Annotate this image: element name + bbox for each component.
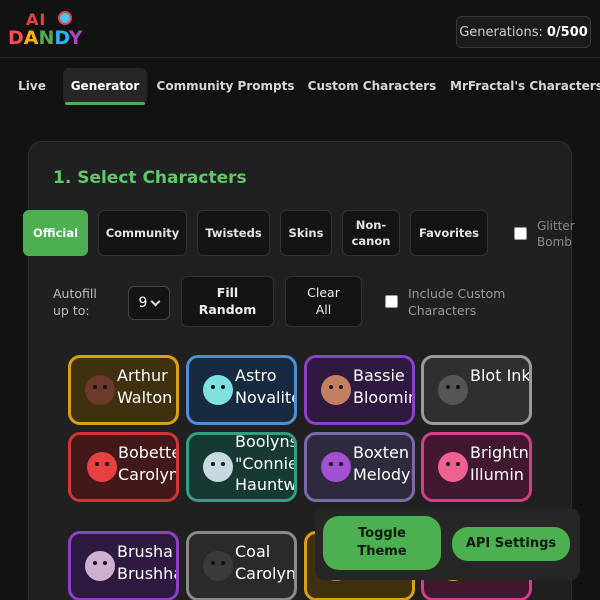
tab-custom-characters[interactable]: Custom Characters <box>304 68 440 104</box>
character-avatar-icon <box>438 375 468 405</box>
include-custom-checkbox[interactable] <box>385 295 398 308</box>
tab-community-prompts[interactable]: Community Prompts <box>157 68 295 104</box>
filter-skins[interactable]: Skins <box>280 210 332 256</box>
include-custom-label: Include Custom Characters <box>408 286 506 318</box>
character-card[interactable]: Brusha Brushhair <box>68 531 179 600</box>
character-card[interactable]: Astro Novalite <box>186 355 297 425</box>
autofill-select[interactable]: 9 <box>128 286 170 320</box>
character-card[interactable]: Coal Carolynne <box>186 531 297 600</box>
character-name: Arthur Walton <box>117 366 173 407</box>
generations-label: Generations: <box>459 24 543 40</box>
fill-random-button[interactable]: Fill Random <box>181 276 274 327</box>
tab-live[interactable]: Live <box>10 68 54 104</box>
character-avatar-icon <box>203 452 233 482</box>
character-avatar-icon <box>85 375 115 405</box>
generations-value: 0/500 <box>546 24 588 40</box>
tab-mrfractals-characters[interactable]: MrFractal's Characters <box>450 68 600 104</box>
character-name: Astro Novalite <box>235 366 297 407</box>
character-avatar-icon <box>87 452 117 482</box>
chevron-down-icon <box>151 296 161 306</box>
app-logo[interactable]: AI DANDY <box>8 10 83 50</box>
character-card[interactable]: Brightney Illumin <box>421 432 532 502</box>
generations-counter: Generations: 0/500 <box>456 16 591 48</box>
filter-official[interactable]: Official <box>23 210 88 256</box>
character-name: Coal Carolynne <box>235 542 297 583</box>
character-avatar-icon <box>321 452 351 482</box>
character-name: Bobette Carolynne <box>118 443 179 484</box>
character-avatar-icon <box>438 452 468 482</box>
glitter-bomb-checkbox[interactable] <box>514 227 527 240</box>
character-card[interactable]: Arthur Walton <box>68 355 179 425</box>
character-name: Brightney Illumin <box>470 443 529 484</box>
autofill-label: Autofill up to: <box>53 286 97 318</box>
filter-twisteds[interactable]: Twisteds <box>197 210 270 256</box>
character-name: Blot Inkwell <box>470 366 531 385</box>
character-avatar-icon <box>203 551 233 581</box>
header-divider <box>0 57 600 58</box>
toggle-theme-button[interactable]: Toggle Theme <box>323 516 441 570</box>
autofill-value: 9 <box>138 295 148 311</box>
filter-favorites[interactable]: Favorites <box>410 210 488 256</box>
character-avatar-icon <box>85 551 115 581</box>
character-name: Boolynski "Connie" Hauntwell <box>235 432 297 495</box>
filter-community[interactable]: Community <box>98 210 187 256</box>
filter-non-canon[interactable]: Non-canon <box>342 210 400 256</box>
character-card[interactable]: Bobette Carolynne <box>68 432 179 502</box>
character-name: Brusha Brushhair <box>117 542 176 583</box>
main-tabs: Live Generator Community Prompts Custom … <box>0 68 600 105</box>
section-title: 1. Select Characters <box>53 168 247 188</box>
character-name: Boxten Melodyheart <box>353 443 412 484</box>
character-card[interactable]: Bassie Bloomington <box>304 355 415 425</box>
character-avatar-icon <box>203 375 233 405</box>
glitter-bomb-label: Glitter Bomb <box>537 219 575 250</box>
clear-all-button[interactable]: Clear All <box>285 276 362 327</box>
api-settings-button[interactable]: API Settings <box>452 527 570 561</box>
tab-generator[interactable]: Generator <box>63 68 147 105</box>
logo-dandy-text: DANDY <box>8 27 83 49</box>
character-name: Bassie Bloomington <box>353 366 412 407</box>
character-card[interactable]: Blot Inkwell <box>421 355 532 425</box>
character-card[interactable]: Boxten Melodyheart <box>304 432 415 502</box>
character-card[interactable]: Boolynski "Connie" Hauntwell <box>186 432 297 502</box>
character-avatar-icon <box>321 375 351 405</box>
logo-mascot-icon <box>58 11 72 25</box>
